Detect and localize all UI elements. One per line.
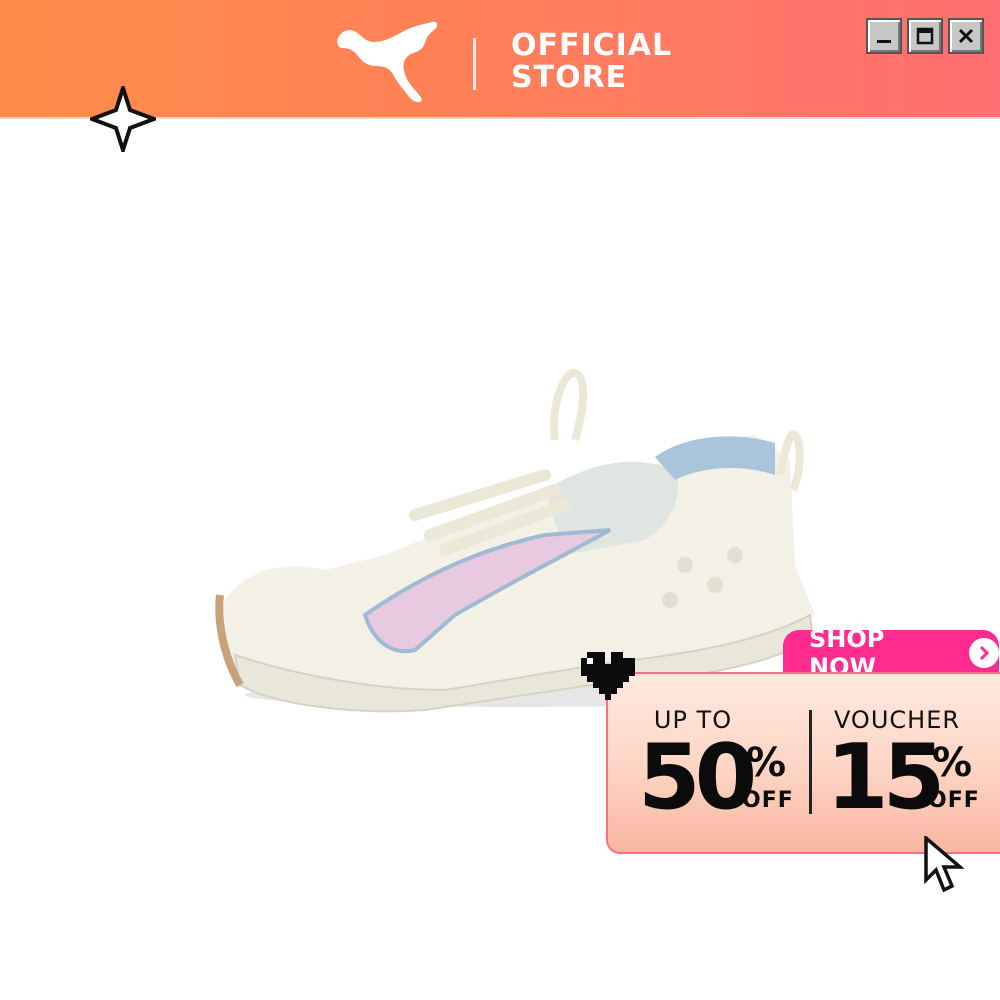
discount-percent: % <box>746 740 787 786</box>
window-controls <box>866 18 984 54</box>
voucher-off: OFF <box>928 788 980 813</box>
close-icon <box>958 28 974 44</box>
pixel-heart-icon <box>581 652 635 700</box>
close-button[interactable] <box>948 18 984 54</box>
minimize-button[interactable] <box>866 18 902 54</box>
promo-divider <box>809 710 812 814</box>
brand-divider <box>473 38 476 90</box>
maximize-icon <box>916 27 934 45</box>
voucher-value: 15 <box>826 725 945 830</box>
puma-logo-icon <box>337 21 438 103</box>
store-line-2: STORE <box>511 60 628 95</box>
promo-panel[interactable]: UP TO 50 % OFF VOUCHER 15 % OFF <box>606 672 1000 854</box>
store-line-1: OFFICIAL <box>511 28 673 63</box>
sneaker-product-image <box>215 369 815 713</box>
discount-off: OFF <box>742 788 794 813</box>
sparkle-icon <box>90 86 156 152</box>
arrow-right-icon <box>969 638 999 668</box>
minimize-icon <box>877 40 891 43</box>
discount-value: 50 <box>638 725 757 830</box>
shop-now-button[interactable]: SHOP NOW <box>783 625 999 681</box>
maximize-button[interactable] <box>907 18 943 54</box>
official-store-label: OFFICIAL STORE <box>511 30 672 94</box>
mouse-pointer-icon <box>924 836 965 893</box>
voucher-percent: % <box>932 740 973 786</box>
